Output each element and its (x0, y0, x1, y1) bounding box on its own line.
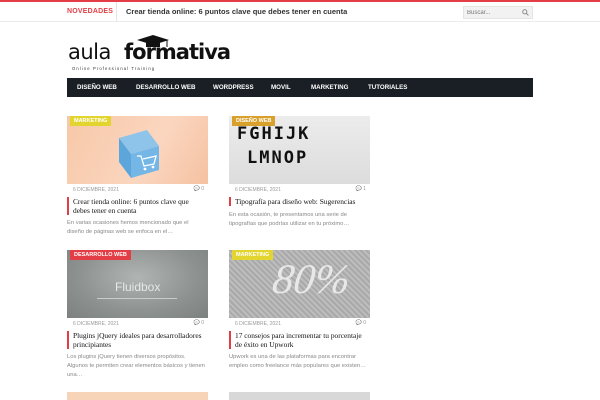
comments-count[interactable]: 💬 0 (194, 320, 204, 326)
nav-item-desarrollo-web[interactable]: DESARROLLO WEB (136, 78, 195, 97)
comments-number: 1 (363, 186, 366, 192)
logo-text-aula: aula (68, 40, 111, 64)
post-title[interactable]: Plugins jQuery ideales para desarrollado… (67, 331, 205, 349)
post-thumbnail[interactable]: 80% MARKETING (229, 250, 370, 318)
category-badge[interactable]: MARKETING (232, 250, 274, 260)
post-date: 6 DICIEMBRE, 2021 (73, 321, 119, 327)
search-box (463, 6, 533, 19)
search-icon[interactable] (522, 9, 529, 16)
top-bar: NOVEDADES Crear tienda online: 6 puntos … (0, 0, 600, 22)
search-input[interactable] (467, 7, 519, 18)
logo-tagline: Online Professional Training (72, 66, 156, 71)
post-thumbnail-partial[interactable] (229, 392, 370, 400)
main-navigation: DISEÑO WEB DESARROLLO WEB WORDPRESS MOVI… (67, 78, 533, 97)
graduation-cap-icon (137, 35, 169, 47)
post-thumbnail[interactable]: FGHIJK LMNOP DISEÑO WEB (229, 116, 370, 184)
comments-count[interactable]: 💬 0 (194, 186, 204, 192)
comments-count[interactable]: 💬 0 (356, 320, 366, 326)
shopping-cart-box-image (119, 130, 159, 178)
nav-item-movil[interactable]: MOVIL (271, 78, 291, 97)
nav-item-diseno-web[interactable]: DISEÑO WEB (77, 78, 117, 97)
post-excerpt: Upwork es una de las plataformas para en… (229, 354, 366, 369)
comment-icon: 💬 (193, 320, 200, 326)
nav-item-marketing[interactable]: MARKETING (311, 78, 348, 97)
post-thumbnail[interactable]: MARKETING (67, 116, 208, 184)
thumb-line (97, 298, 177, 299)
category-badge[interactable]: DESARROLLO WEB (70, 250, 131, 260)
novedades-label: NOVEDADES (57, 2, 117, 22)
post-date: 6 DICIEMBRE, 2021 (235, 187, 281, 193)
post-title[interactable]: Crear tienda online: 6 puntos clave que … (67, 197, 205, 215)
post-thumbnail-partial[interactable] (67, 392, 208, 400)
comments-number: 0 (363, 320, 366, 326)
post-excerpt: Los plugins jQuery tienen diversos propó… (67, 354, 205, 378)
percent-text: 80% (269, 257, 354, 303)
post-date: 6 DICIEMBRE, 2021 (73, 187, 119, 193)
category-badge[interactable]: MARKETING (70, 116, 112, 126)
post-excerpt: En varias ocasiones hemos mencionado que… (67, 220, 189, 235)
nav-item-wordpress[interactable]: WORDPRESS (213, 78, 254, 97)
comments-number: 0 (201, 320, 204, 326)
post-date: 6 DICIEMBRE, 2021 (235, 321, 281, 327)
post-title[interactable]: Tipografía para diseño web: Sugerencias (229, 197, 367, 206)
comment-icon: 💬 (355, 186, 362, 192)
nav-item-tutoriales[interactable]: TUTORIALES (368, 78, 407, 97)
fluidbox-text: Fluidbox (115, 280, 161, 294)
thumb-letters-row2: LMNOP (247, 148, 309, 168)
post-excerpt: En esta ocasión, te presentamos una seri… (229, 212, 350, 227)
comment-icon: 💬 (355, 320, 362, 326)
comments-number: 0 (201, 186, 204, 192)
category-badge[interactable]: DISEÑO WEB (232, 116, 276, 126)
thumb-letters-row1: FGHIJK (237, 124, 311, 144)
post-thumbnail[interactable]: Fluidbox DESARROLLO WEB (67, 250, 208, 318)
comments-count[interactable]: 💬 1 (356, 186, 366, 192)
site-logo[interactable]: aula formativa Online Professional Train… (68, 34, 231, 74)
comment-icon: 💬 (193, 186, 200, 192)
news-ticker-link[interactable]: Crear tienda online: 6 puntos clave que … (126, 2, 347, 22)
post-title[interactable]: 17 consejos para incrementar tu porcenta… (229, 331, 367, 349)
